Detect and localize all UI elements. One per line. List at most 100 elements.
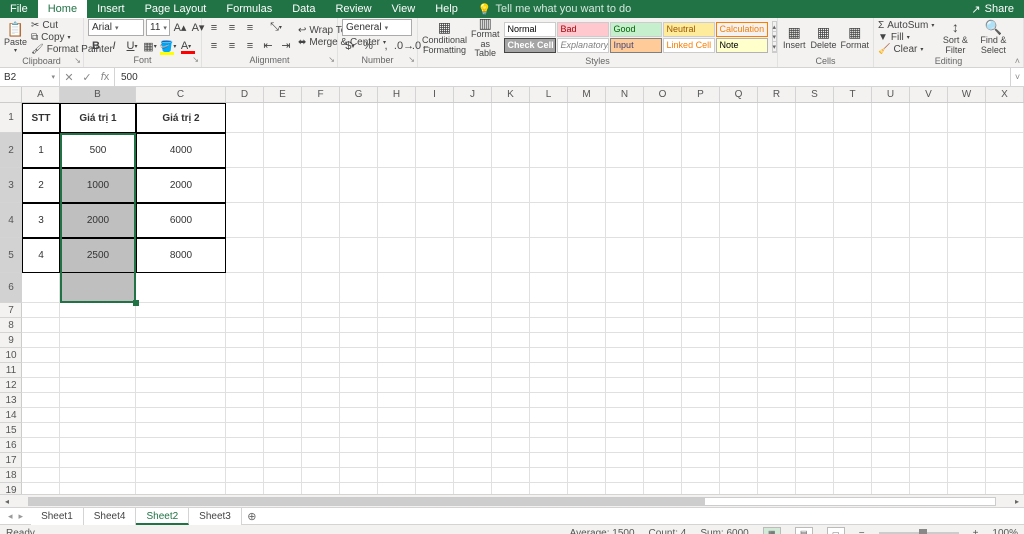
tell-me[interactable]: 💡Tell me what you want to do <box>478 3 631 16</box>
cell-S14[interactable] <box>796 408 834 423</box>
cell-G13[interactable] <box>340 393 378 408</box>
cell-G2[interactable] <box>340 133 378 168</box>
normal-view-button[interactable]: ▦ <box>763 527 781 534</box>
align-center-button[interactable]: ≡ <box>224 38 240 54</box>
cell-A7[interactable] <box>22 303 60 318</box>
col-header-U[interactable]: U <box>872 87 910 102</box>
cell-W10[interactable] <box>948 348 986 363</box>
cell-H3[interactable] <box>378 168 416 203</box>
cell-Q19[interactable] <box>720 483 758 494</box>
cell-N1[interactable] <box>606 103 644 133</box>
cell-P3[interactable] <box>682 168 720 203</box>
sheet-nav-prev[interactable]: ◂ <box>8 511 13 522</box>
cell-U5[interactable] <box>872 238 910 273</box>
zoom-out-button[interactable]: − <box>859 528 865 534</box>
cell-R15[interactable] <box>758 423 796 438</box>
cell-N3[interactable] <box>606 168 644 203</box>
cell-E6[interactable] <box>264 273 302 303</box>
cell-L19[interactable] <box>530 483 568 494</box>
cell-K18[interactable] <box>492 468 530 483</box>
cell-G18[interactable] <box>340 468 378 483</box>
cell-I12[interactable] <box>416 378 454 393</box>
cell-C9[interactable] <box>136 333 226 348</box>
cell-Q5[interactable] <box>720 238 758 273</box>
cell-J5[interactable] <box>454 238 492 273</box>
tab-home[interactable]: Home <box>38 0 87 18</box>
cell-C15[interactable] <box>136 423 226 438</box>
cell-K3[interactable] <box>492 168 530 203</box>
cell-Q11[interactable] <box>720 363 758 378</box>
cell-U7[interactable] <box>872 303 910 318</box>
col-header-M[interactable]: M <box>568 87 606 102</box>
cell-W12[interactable] <box>948 378 986 393</box>
cell-N11[interactable] <box>606 363 644 378</box>
sheet-tab-sheet3[interactable]: Sheet3 <box>189 508 242 525</box>
tab-page-layout[interactable]: Page Layout <box>135 0 217 18</box>
cell-I16[interactable] <box>416 438 454 453</box>
share-button[interactable]: ↗Share <box>961 3 1024 16</box>
cell-I6[interactable] <box>416 273 454 303</box>
cell-E11[interactable] <box>264 363 302 378</box>
cell-R11[interactable] <box>758 363 796 378</box>
cell-I11[interactable] <box>416 363 454 378</box>
cell-R13[interactable] <box>758 393 796 408</box>
cell-J14[interactable] <box>454 408 492 423</box>
cell-V10[interactable] <box>910 348 948 363</box>
row-header-7[interactable]: 7 <box>0 303 22 318</box>
cell-O1[interactable] <box>644 103 682 133</box>
cell-T18[interactable] <box>834 468 872 483</box>
cell-L12[interactable] <box>530 378 568 393</box>
cell-B10[interactable] <box>60 348 136 363</box>
formula-input[interactable]: 500 <box>115 68 1010 86</box>
cell-P6[interactable] <box>682 273 720 303</box>
bold-button[interactable]: B <box>88 38 104 54</box>
cell-B1[interactable]: Giá trị 1 <box>60 103 136 133</box>
cell-L10[interactable] <box>530 348 568 363</box>
row-header-14[interactable]: 14 <box>0 408 22 423</box>
cell-K2[interactable] <box>492 133 530 168</box>
cell-F4[interactable] <box>302 203 340 238</box>
cell-O6[interactable] <box>644 273 682 303</box>
col-header-X[interactable]: X <box>986 87 1024 102</box>
cell-F10[interactable] <box>302 348 340 363</box>
cell-Q15[interactable] <box>720 423 758 438</box>
cell-G15[interactable] <box>340 423 378 438</box>
conditional-formatting-button[interactable]: ▦Conditional Formatting <box>422 19 467 55</box>
cell-B6[interactable] <box>60 273 136 303</box>
cell-Q8[interactable] <box>720 318 758 333</box>
cell-W1[interactable] <box>948 103 986 133</box>
align-bottom-button[interactable]: ≡ <box>242 20 258 36</box>
number-dialog-launcher[interactable]: ↘ <box>408 55 415 64</box>
style-check-cell[interactable]: Check Cell <box>504 38 556 53</box>
cell-O18[interactable] <box>644 468 682 483</box>
cell-R3[interactable] <box>758 168 796 203</box>
cell-M11[interactable] <box>568 363 606 378</box>
cell-B13[interactable] <box>60 393 136 408</box>
cell-D10[interactable] <box>226 348 264 363</box>
cell-A11[interactable] <box>22 363 60 378</box>
cell-P5[interactable] <box>682 238 720 273</box>
tab-help[interactable]: Help <box>425 0 468 18</box>
cell-H4[interactable] <box>378 203 416 238</box>
cell-O19[interactable] <box>644 483 682 494</box>
cell-H18[interactable] <box>378 468 416 483</box>
cell-F15[interactable] <box>302 423 340 438</box>
cell-O15[interactable] <box>644 423 682 438</box>
cell-J4[interactable] <box>454 203 492 238</box>
cell-F9[interactable] <box>302 333 340 348</box>
cell-E16[interactable] <box>264 438 302 453</box>
row-header-19[interactable]: 19 <box>0 483 22 494</box>
cell-J3[interactable] <box>454 168 492 203</box>
cell-K16[interactable] <box>492 438 530 453</box>
cell-V16[interactable] <box>910 438 948 453</box>
row-header-6[interactable]: 6 <box>0 273 22 303</box>
cell-V14[interactable] <box>910 408 948 423</box>
cell-A4[interactable]: 3 <box>22 203 60 238</box>
cell-I8[interactable] <box>416 318 454 333</box>
cell-D9[interactable] <box>226 333 264 348</box>
col-header-A[interactable]: A <box>22 87 60 102</box>
cell-G5[interactable] <box>340 238 378 273</box>
cell-A8[interactable] <box>22 318 60 333</box>
cell-C8[interactable] <box>136 318 226 333</box>
cell-W16[interactable] <box>948 438 986 453</box>
